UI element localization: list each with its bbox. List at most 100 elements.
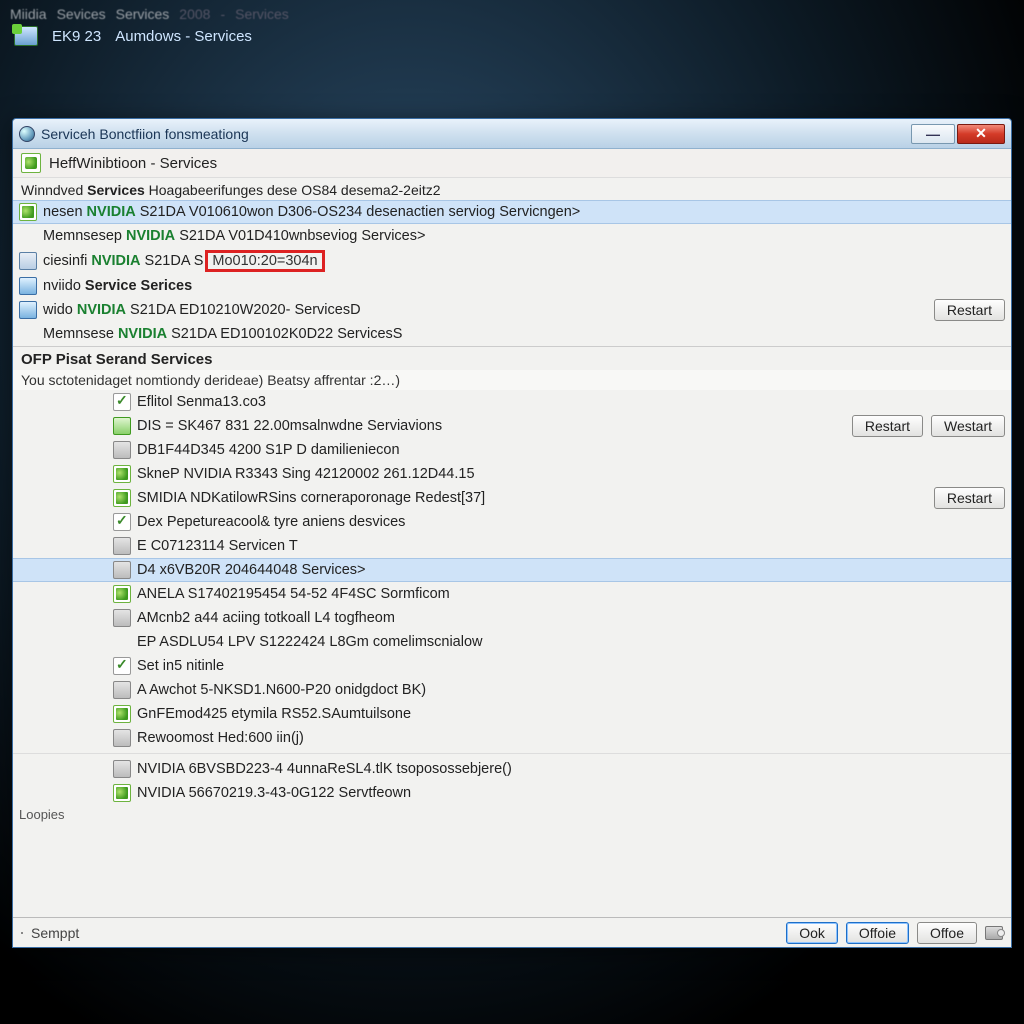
list-item-label: DIS = SK467 831 22.00msalnwdne Serviavio… <box>137 418 442 434</box>
grey-icon <box>113 760 131 778</box>
grey-icon <box>113 561 131 579</box>
list-item[interactable]: A Awchot 5-NKSD1.N600-P20 onidgdoct BK) <box>13 678 1011 702</box>
list-item[interactable]: GnFEmod425 etymila RS52.SAumtuilsone <box>13 702 1011 726</box>
office-button-1[interactable]: Offoie <box>846 922 909 944</box>
footer-icon <box>21 932 23 934</box>
minimize-button[interactable]: — <box>911 124 955 144</box>
list-item-label: wido NVIDIA S21DA ED10210W2020- Services… <box>43 302 361 318</box>
list-item-label: Memnsese NVIDIA S21DA ED100102K0D22 Serv… <box>43 326 402 342</box>
crumb-b: Sevices <box>57 6 106 22</box>
list-item-label: EP ASDLU54 LPV S1222424 L8Gm comelimscni… <box>137 634 483 650</box>
list-item[interactable]: E C07123114 Servicen T <box>13 534 1011 558</box>
crumb-d: 2008 <box>179 6 210 22</box>
list-item-label: D4 x6VB20R 204644048 Services> <box>137 562 366 578</box>
restart-button[interactable]: Restart <box>934 487 1005 509</box>
list-item[interactable]: NVIDIA 6BVSBD223-4 4unnaReSL4.tlK tsopos… <box>13 757 1011 781</box>
crumb-c: Services <box>116 6 170 22</box>
list-item[interactable]: Memnsese NVIDIA S21DA ED100102K0D22 Serv… <box>13 322 1011 346</box>
list-item-label: AMcnb2 a44 aciing totkoall L4 togfheom <box>137 610 395 626</box>
subheader: HeffWinibtioon - Services <box>13 149 1011 178</box>
chk-icon <box>113 657 131 675</box>
nvidia-icon <box>113 784 131 802</box>
list-item[interactable]: Dex Pepetureacool& tyre aniens desvices <box>13 510 1011 534</box>
titlebar[interactable]: Serviceh Bonctfiion fonsmeationg — ✕ <box>13 119 1011 149</box>
footer-bar: Semppt Ook Offoie Offoe <box>13 917 1011 947</box>
nvidia-icon <box>19 203 37 221</box>
office-button-2[interactable]: Offoe <box>917 922 977 944</box>
list-item[interactable]: ANELA S17402195454 54-52 4F4SC Sormficom <box>13 582 1011 606</box>
crumb-e: Services <box>235 6 289 22</box>
grey-icon <box>113 537 131 555</box>
list-item-label: Rewoomost Hed:600 iin(j) <box>137 730 304 746</box>
section2-hint: You sctotenidaget nomtiondy derideae) Be… <box>13 370 1011 390</box>
list-item[interactable]: Rewoomost Hed:600 iin(j) <box>13 726 1011 750</box>
list-item-label: A Awchot 5-NKSD1.N600-P20 onidgdoct BK) <box>137 682 426 698</box>
nvidia-icon <box>113 705 131 723</box>
list-item-label: SMIDIA NDKatilowRSins corneraporonage Re… <box>137 490 485 506</box>
list-item-label: NVIDIA 56670219.3-43-0G122 Servtfeown <box>137 785 411 801</box>
taskbar-badge: EK9 23 <box>52 28 101 45</box>
list-item-label: ANELA S17402195454 54-52 4F4SC Sormficom <box>137 586 450 602</box>
window-title: Serviceh Bonctfiion fonsmeationg <box>41 126 905 142</box>
green-icon <box>113 417 131 435</box>
list-item-label: DB1F44D345 4200 S1P D damilieniecon <box>137 442 400 458</box>
footer-label: Semppt <box>31 925 79 941</box>
nvidia-icon <box>113 585 131 603</box>
subheader-title: HeffWinibtioon - Services <box>49 155 217 172</box>
list-item[interactable]: wido NVIDIA S21DA ED10210W2020- Services… <box>13 298 1011 322</box>
list-item[interactable]: nesen NVIDIA S21DA V010610won D306-OS234… <box>13 200 1011 224</box>
close-button[interactable]: ✕ <box>957 124 1005 144</box>
crumb-a: Miidia <box>10 6 47 22</box>
taskbar-label-2: Aumdows - Services <box>115 28 252 45</box>
list-item[interactable]: ciesinfi NVIDIA S21DA SMo010:20=304n <box>13 248 1011 274</box>
list-item-label: Memnsesep NVIDIA S21DA V01D410wnbseviog … <box>43 228 425 244</box>
grey-icon <box>113 729 131 747</box>
list-item-label: ciesinfi NVIDIA S21DA SMo010:20=304n <box>43 250 325 272</box>
grey-icon <box>113 609 131 627</box>
list-item-label: Dex Pepetureacool& tyre aniens desvices <box>137 514 405 530</box>
list-item-label: SkneP NVIDIA R3343 Sing 42120002 261.12D… <box>137 466 475 482</box>
list-item[interactable]: D4 x6VB20R 204644048 Services> <box>13 558 1011 582</box>
list-item[interactable]: SkneP NVIDIA R3343 Sing 42120002 261.12D… <box>13 462 1011 486</box>
nvidia-icon <box>21 153 41 173</box>
services-window: Serviceh Bonctfiion fonsmeationg — ✕ Hef… <box>12 118 1012 948</box>
window-icon <box>19 126 35 142</box>
list-item[interactable]: NVIDIA 56670219.3-43-0G122 Servtfeown <box>13 781 1011 805</box>
list-item[interactable]: AMcnb2 a44 aciing totkoall L4 togfheom <box>13 606 1011 630</box>
breadcrumb: Miidia Sevices Services 2008 - Services <box>0 0 1024 22</box>
list-item-label: GnFEmod425 etymila RS52.SAumtuilsone <box>137 706 411 722</box>
taskbar-app-icon <box>14 26 38 46</box>
list-item[interactable]: DB1F44D345 4200 S1P D damilieniecon <box>13 438 1011 462</box>
list-item-label: NVIDIA 6BVSBD223-4 4unnaReSL4.tlK tsopos… <box>137 761 512 777</box>
list-item-label: Eflitol Senma13.co3 <box>137 394 266 410</box>
list-item[interactable]: Set in5 nitinle <box>13 654 1011 678</box>
taskbar-strip: EK9 23 Aumdows - Services <box>0 22 1024 52</box>
action-button[interactable]: Westart <box>931 415 1005 437</box>
list-item[interactable]: nviido Service Serices <box>13 274 1011 298</box>
blue-icon <box>19 277 37 295</box>
footer-toggle-icon[interactable] <box>985 926 1003 940</box>
top-services-list: nesen NVIDIA S21DA V010610won D306-OS234… <box>13 200 1011 346</box>
list-item-label: nviido Service Serices <box>43 278 192 294</box>
blue-icon <box>19 301 37 319</box>
list-item[interactable]: EP ASDLU54 LPV S1222424 L8Gm comelimscni… <box>13 630 1011 654</box>
list-item[interactable]: Eflitol Senma13.co3 <box>13 390 1011 414</box>
chk-icon <box>113 393 131 411</box>
restart-button[interactable]: Restart <box>852 415 923 437</box>
list-item-label: E C07123114 Servicen T <box>137 538 298 554</box>
list-item[interactable]: SMIDIA NDKatilowRSins corneraporonage Re… <box>13 486 1011 510</box>
content-area: Winndved Services Hoagabeerifunges dese … <box>13 178 1011 917</box>
list-item[interactable]: Memnsesep NVIDIA S21DA V01D410wnbseviog … <box>13 224 1011 248</box>
grey-icon <box>113 441 131 459</box>
restart-button[interactable]: Restart <box>934 299 1005 321</box>
nvidia-icon <box>113 465 131 483</box>
list-item[interactable]: DIS = SK467 831 22.00msalnwdne Serviavio… <box>13 414 1011 438</box>
top-section-header: Winndved Services Hoagabeerifunges dese … <box>13 178 1011 200</box>
list-item-label: nesen NVIDIA S21DA V010610won D306-OS234… <box>43 204 580 220</box>
second-services-list: Eflitol Senma13.co3 DIS = SK467 831 22.00… <box>13 390 1011 805</box>
cyl-icon <box>19 252 37 270</box>
ok-button[interactable]: Ook <box>786 922 838 944</box>
loopies-label: Loopies <box>13 805 1011 824</box>
section2-header: OFP Pisat Serand Services <box>13 346 1011 370</box>
list-item-label: Set in5 nitinle <box>137 658 224 674</box>
